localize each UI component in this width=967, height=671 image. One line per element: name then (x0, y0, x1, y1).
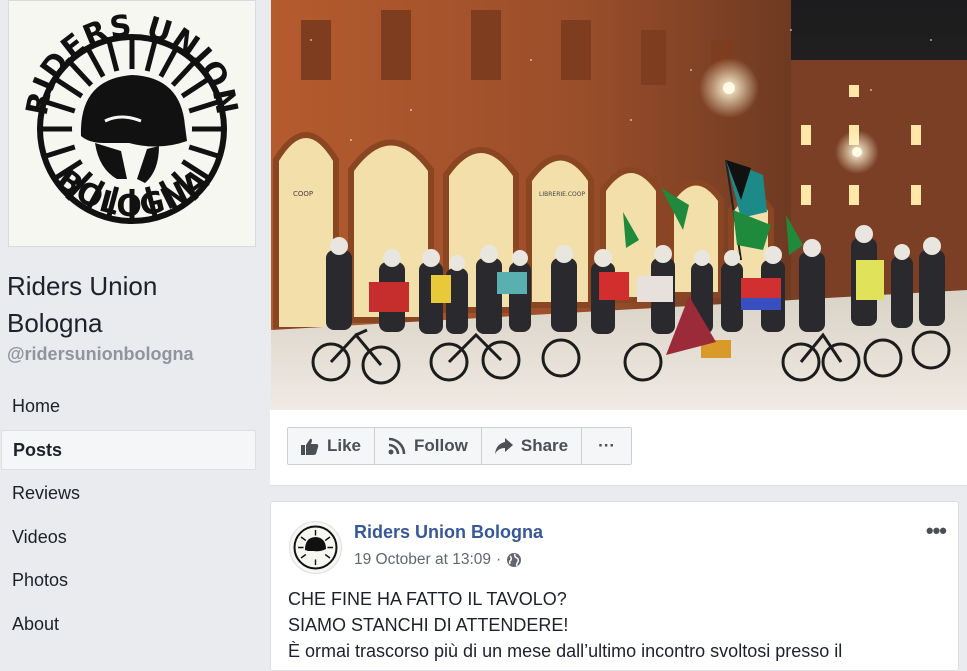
follow-button[interactable]: Follow (375, 428, 482, 464)
post-options-icon[interactable]: ••• (926, 518, 947, 544)
thumbs-up-icon (301, 438, 319, 455)
svg-text:COOP: COOP (293, 190, 313, 198)
cover-photo-image: COOP LIBRERIE.COOP (271, 0, 967, 410)
nav-item-reviews[interactable]: Reviews (1, 473, 256, 513)
more-options-icon: ··· (598, 436, 616, 455)
post-author-avatar[interactable] (289, 521, 342, 574)
like-label: Like (327, 436, 362, 455)
post-card: Riders Union Bologna 19 October at 13:09… (270, 501, 959, 671)
action-button-group: Like Follow Share ··· (287, 427, 633, 465)
like-button[interactable]: Like (288, 428, 376, 464)
post-text-line: SIAMO STANCHI DI ATTENDERE! (288, 615, 569, 635)
profile-picture[interactable]: RIDERS UNION BOLOGNA (8, 0, 256, 247)
page-title[interactable]: Riders Union Bologna (7, 268, 257, 342)
riders-union-logo-small (293, 525, 338, 570)
meta-separator: · (496, 551, 502, 568)
nav-item-home[interactable]: Home (1, 386, 256, 426)
post-text-line: È ormai trascorso più di un mese dall’ul… (288, 641, 843, 661)
post-body: CHE FINE HA FATTO IL TAVOLO? SIAMO STANC… (288, 586, 942, 664)
page-handle[interactable]: @ridersunionbologna (7, 344, 194, 365)
share-button[interactable]: Share (482, 428, 583, 464)
post-timestamp[interactable]: 19 October at 13:09 (354, 551, 491, 569)
riders-union-logo: RIDERS UNION BOLOGNA (20, 8, 244, 224)
page-action-bar: Like Follow Share ··· (270, 410, 967, 486)
nav-item-about[interactable]: About (1, 604, 256, 644)
follow-label: Follow (414, 436, 468, 455)
nav-item-photos[interactable]: Photos (1, 560, 256, 600)
post-text-line: CHE FINE HA FATTO IL TAVOLO? (288, 589, 567, 609)
page-nav: Home Posts Reviews Videos Photos About (1, 386, 256, 647)
share-label: Share (520, 436, 569, 455)
more-options-button[interactable]: ··· (582, 428, 631, 464)
post-meta: 19 October at 13:09 · (354, 551, 522, 569)
globe-icon[interactable] (506, 552, 522, 568)
share-arrow-icon (494, 438, 513, 454)
cover-photo[interactable]: COOP LIBRERIE.COOP (271, 0, 967, 410)
rss-icon (388, 437, 406, 455)
nav-item-posts[interactable]: Posts (1, 429, 256, 470)
svg-text:LIBRERIE.COOP: LIBRERIE.COOP (539, 191, 585, 198)
post-author-name[interactable]: Riders Union Bologna (354, 522, 543, 543)
nav-item-videos[interactable]: Videos (1, 517, 256, 557)
